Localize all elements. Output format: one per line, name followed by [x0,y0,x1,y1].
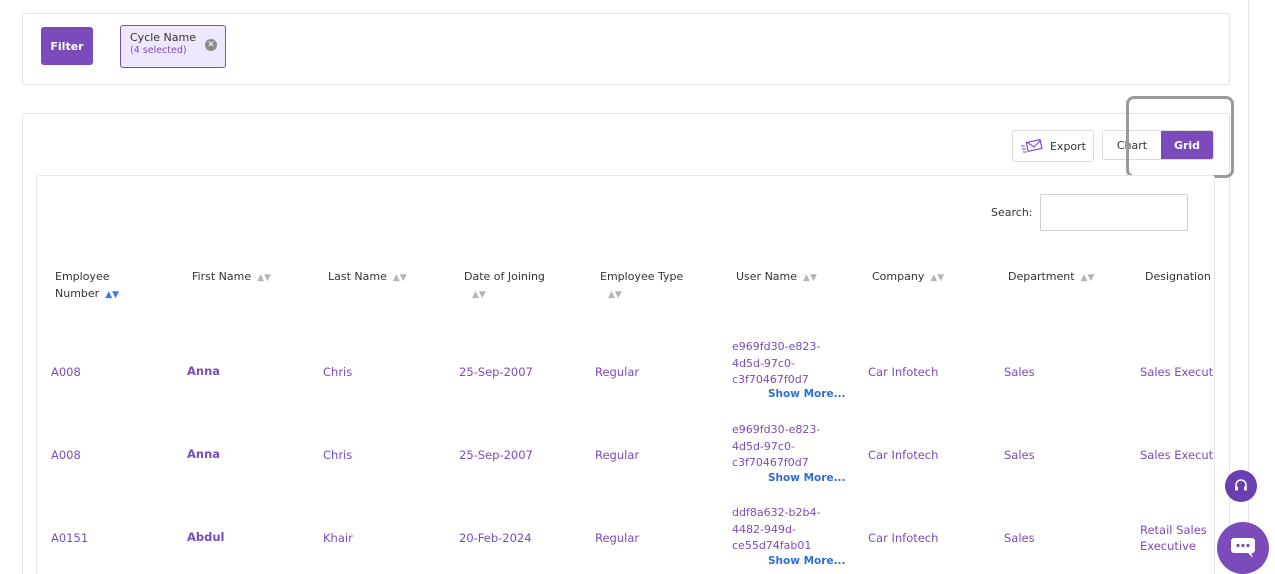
filter-button[interactable]: Filter [41,27,93,65]
cell-designation: Retail Sales Executive [1140,523,1207,553]
sort-icon[interactable]: ▲▼ [472,290,486,300]
column-header-department[interactable]: Department ▲▼ [1008,268,1094,287]
sort-icon[interactable]: ▲▼ [803,273,817,283]
headset-icon[interactable] [1225,470,1257,502]
cell-first-name[interactable]: Abdul [187,529,225,545]
column-header-company[interactable]: Company ▲▼ [872,268,944,287]
highlight-annotation [1126,96,1234,178]
column-header-first-name[interactable]: First Name ▲▼ [192,268,271,287]
sort-asc-icon[interactable]: ▲▼ [105,290,119,300]
show-more-link[interactable]: Show More... [768,472,846,484]
cell-employee-number[interactable]: A0151 [51,530,88,546]
sort-icon[interactable]: ▲▼ [608,290,622,300]
cell-employee-type: Regular [595,531,640,545]
sort-icon[interactable]: ▲▼ [1081,273,1095,283]
column-header-user-name[interactable]: User Name ▲▼ [736,268,817,287]
cell-first-name[interactable]: Anna [187,363,220,379]
filter-chip-cycle-name[interactable]: Cycle Name (4 selected) ✕ [120,25,226,68]
cell-employee-number[interactable]: A008 [51,364,81,380]
search-input[interactable] [1040,194,1188,231]
cell-user-name: e969fd30-e823- 4d5d-97c0- c3f70467f0d7 [732,340,821,386]
cell-user-name: ddf8a632-b2b4- 4482-949d-ce55d74fab01 [732,506,821,552]
show-more-link[interactable]: Show More... [768,555,846,567]
cell-employee-type: Regular [595,365,640,379]
cell-date-of-joining: 25-Sep-2007 [459,365,533,379]
cell-company: Car Infotech [868,365,939,379]
cell-company: Car Infotech [868,531,939,545]
filter-panel: Filter Cycle Name (4 selected) ✕ [22,13,1230,85]
headset-glyph [1235,479,1247,491]
data-table-card: Search: Employee Number ▲▼ First Name ▲▼ L… [36,175,1215,574]
cell-department: Sales [1004,448,1035,462]
cell-last-name: Khair [323,531,353,545]
chat-bubble-glyph [1231,538,1255,558]
column-header-employee-type[interactable]: Employee Type ▲▼ [600,268,700,304]
search-label: Search: [991,206,1033,219]
show-more-link[interactable]: Show More... [768,388,846,400]
cell-last-name: Chris [323,365,353,379]
envelope-icon [1020,138,1043,153]
cell-company: Car Infotech [868,448,939,462]
sort-icon[interactable]: ▲▼ [930,273,944,283]
column-header-date-of-joining[interactable]: Date of Joining ▲▼ [464,268,564,304]
cell-designation: Sales Executi [1140,365,1215,379]
cell-last-name: Chris [323,448,353,462]
cell-user-name: e969fd30-e823- 4d5d-97c0- c3f70467f0d7 [732,423,821,469]
chat-icon[interactable] [1217,522,1269,574]
cell-department: Sales [1004,531,1035,545]
column-header-designation[interactable]: Designation [1145,268,1211,285]
column-header-employee-number[interactable]: Employee Number ▲▼ [55,268,135,304]
cell-first-name[interactable]: Anna [187,446,220,462]
cell-date-of-joining: 25-Sep-2007 [459,448,533,462]
cell-department: Sales [1004,365,1035,379]
cell-employee-number[interactable]: A008 [51,447,81,463]
column-header-last-name[interactable]: Last Name ▲▼ [328,268,407,287]
cell-employee-type: Regular [595,448,640,462]
sort-icon[interactable]: ▲▼ [393,273,407,283]
sort-icon[interactable]: ▲▼ [257,273,271,283]
cell-designation: Sales Executi [1140,448,1215,462]
cell-date-of-joining: 20-Feb-2024 [459,531,532,545]
export-button[interactable]: Export [1012,130,1094,162]
export-label: Export [1049,139,1086,153]
close-icon[interactable]: ✕ [205,39,217,51]
